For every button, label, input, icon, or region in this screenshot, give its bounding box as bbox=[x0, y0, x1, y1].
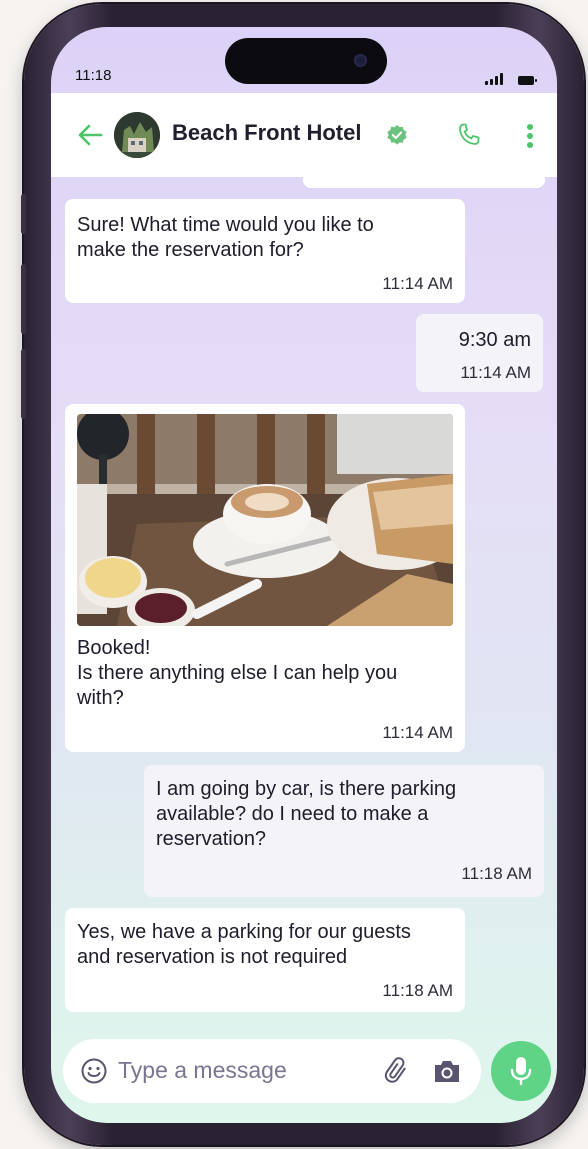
message-timestamp: 11:18 AM bbox=[461, 864, 532, 883]
message-bubble-incoming-with-image[interactable]: Booked! Is there anything else I can hel… bbox=[65, 404, 465, 752]
message-timestamp: 11:14 AM bbox=[382, 723, 453, 742]
message-bubble-incoming[interactable]: Yes, we have a parking for our guests an… bbox=[65, 908, 465, 1012]
message-timestamp: 11:14 AM bbox=[382, 274, 453, 293]
message-composer[interactable]: Type a message bbox=[63, 1039, 481, 1103]
camera-icon[interactable] bbox=[433, 1058, 461, 1084]
avatar[interactable] bbox=[114, 112, 160, 158]
microphone-button[interactable] bbox=[491, 1041, 551, 1101]
verified-badge-icon bbox=[387, 125, 407, 145]
message-input[interactable]: Type a message bbox=[118, 1057, 287, 1084]
chat-header: Beach Front Hotel bbox=[51, 93, 557, 177]
volume-down-button bbox=[21, 349, 26, 419]
volume-up-button bbox=[21, 264, 26, 334]
message-bubble-incoming[interactable]: Sure! What time would you like to make t… bbox=[65, 199, 465, 303]
back-arrow-icon[interactable] bbox=[77, 123, 103, 147]
paperclip-icon[interactable] bbox=[383, 1057, 411, 1085]
message-bubble-outgoing[interactable]: 9:30 am 11:14 AM bbox=[416, 314, 543, 392]
phone-icon[interactable] bbox=[456, 122, 482, 148]
previous-message-bubble bbox=[303, 177, 545, 188]
front-camera bbox=[354, 54, 367, 67]
chat-area: Sure! What time would you like to make t… bbox=[51, 177, 557, 1037]
status-time: 11:18 bbox=[75, 67, 112, 84]
contact-name[interactable]: Beach Front Hotel bbox=[172, 120, 361, 146]
emoji-icon[interactable] bbox=[81, 1058, 107, 1084]
message-text: 9:30 am bbox=[458, 329, 531, 351]
microphone-icon bbox=[510, 1057, 532, 1086]
message-bubble-outgoing[interactable]: I am going by car, is there parking avai… bbox=[144, 765, 544, 897]
signal-icon bbox=[485, 73, 503, 85]
message-text: I am going by car, is there parking avai… bbox=[156, 778, 457, 850]
dynamic-island bbox=[225, 38, 387, 84]
message-timestamp: 11:14 AM bbox=[460, 363, 531, 382]
battery-icon bbox=[518, 76, 537, 85]
message-text: Booked! Is there anything else I can hel… bbox=[77, 637, 398, 709]
message-timestamp: 11:18 AM bbox=[382, 981, 453, 1000]
coffee-and-toast-photo[interactable] bbox=[77, 414, 453, 626]
message-text: Yes, we have a parking for our guests an… bbox=[77, 921, 411, 968]
phone-screen: 11:18 Beach Front Hotel Sure! What time … bbox=[51, 27, 557, 1123]
more-vert-icon[interactable] bbox=[526, 123, 534, 149]
silent-switch bbox=[21, 194, 26, 234]
message-text: Sure! What time would you like to make t… bbox=[77, 214, 374, 261]
